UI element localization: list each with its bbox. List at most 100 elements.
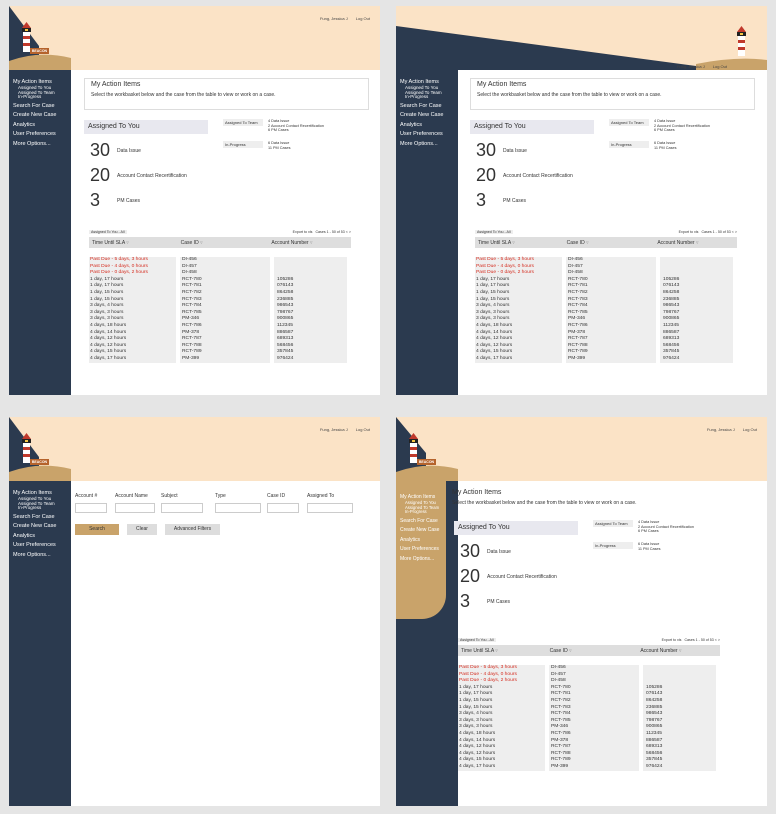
grid-filter[interactable]: Assigned To You - All xyxy=(475,230,513,234)
table-row[interactable]: 1 day, 17 hours RCT-780 105286 xyxy=(475,276,737,284)
metric-2[interactable]: 3 PM Cases xyxy=(90,190,140,211)
table-row[interactable]: Past Due - 0 days, 2 hours DI-458 xyxy=(458,678,720,685)
nav-analytics[interactable]: Analytics xyxy=(400,537,450,543)
col-case-id[interactable]: Case ID ▿ xyxy=(547,648,638,654)
table-row[interactable]: 3 days, 4 hours RCT-784 986543 xyxy=(89,303,351,310)
export-link[interactable]: Export to xls xyxy=(293,230,313,234)
metric-1[interactable]: 20 Account Contact Recertification xyxy=(460,566,557,587)
case-id-cell[interactable]: RCT-786 xyxy=(180,322,270,330)
case-id-cell[interactable]: RCT-786 xyxy=(549,730,639,738)
search-input[interactable] xyxy=(307,503,353,513)
paging[interactable]: Cases 1 - 50 of 53 < > xyxy=(684,638,720,642)
filter-icon[interactable]: ▿ xyxy=(586,240,589,246)
team-metric-0[interactable]: Assigned To Team 4 Data Issue 2 Account Co… xyxy=(609,119,710,133)
advanced-filters-button[interactable]: Advanced Filters xyxy=(165,524,220,535)
table-row[interactable]: 4 days, 14 hours PM-378 886587 xyxy=(458,737,720,745)
case-id-cell[interactable]: DI-456 xyxy=(566,257,656,264)
case-id-cell[interactable]: PM-346 xyxy=(566,316,656,323)
table-row[interactable]: 4 days, 17 hours PM-399 976424 xyxy=(458,763,720,771)
nav-more-options[interactable]: More Options... xyxy=(400,141,458,147)
col-time-until-sla[interactable]: Time Until SLA ▿ xyxy=(89,240,178,246)
clear-button[interactable]: Clear xyxy=(127,524,157,535)
team-metric-1[interactable]: In-Progress 6 Data Issue 11 PM Cases xyxy=(223,141,291,150)
table-row[interactable]: 3 days, 4 hours RCT-784 986543 xyxy=(458,711,720,718)
grid-filter[interactable]: Assigned To You - All xyxy=(89,230,127,234)
case-id-cell[interactable]: RCT-789 xyxy=(549,757,639,764)
table-row[interactable]: 3 days, 3 hours PM-346 900865 xyxy=(89,316,351,323)
table-row[interactable]: 4 days, 17 hours PM-399 976424 xyxy=(89,355,351,363)
metric-0[interactable]: 30 Data Issue xyxy=(460,541,511,562)
nav-search-for-case[interactable]: Search For Case xyxy=(13,514,71,520)
table-row[interactable]: 1 day, 15 hours RCT-782 864258 xyxy=(89,289,351,297)
nav-user-preferences[interactable]: User Preferences xyxy=(13,131,71,137)
logout-link[interactable]: Log Out xyxy=(713,64,727,69)
nav-create-new-case[interactable]: Create New Case xyxy=(400,527,450,533)
table-row[interactable]: 4 days, 12 hours RCT-787 689313 xyxy=(89,336,351,343)
col-case-id[interactable]: Case ID ▿ xyxy=(564,240,655,246)
case-id-cell[interactable]: DI-458 xyxy=(549,678,639,685)
case-id-cell[interactable]: RCT-786 xyxy=(566,322,656,330)
table-row[interactable]: 3 days, 3 hours RCT-785 798767 xyxy=(458,717,720,725)
col-time-until-sla[interactable]: Time Until SLA ▿ xyxy=(475,240,564,246)
table-row[interactable]: 4 days, 15 hours RCT-789 357845 xyxy=(458,757,720,764)
table-row[interactable]: 1 day, 17 hours RCT-780 105286 xyxy=(89,276,351,284)
case-id-cell[interactable]: RCT-784 xyxy=(566,303,656,310)
filter-icon[interactable]: ▿ xyxy=(126,240,129,246)
assigned-to-you-header[interactable]: Assigned To You xyxy=(84,120,208,134)
assigned-to-you-header[interactable]: Assigned To You xyxy=(470,120,594,134)
nav-analytics[interactable]: Analytics xyxy=(400,122,458,128)
case-id-cell[interactable]: RCT-781 xyxy=(549,691,639,698)
logout-link[interactable]: Log Out xyxy=(743,427,757,432)
search-button[interactable]: Search xyxy=(75,524,119,535)
table-row[interactable]: 4 days, 12 hours RCT-788 568456 xyxy=(458,750,720,758)
nav-search-for-case[interactable]: Search For Case xyxy=(400,103,458,109)
case-id-cell[interactable]: RCT-781 xyxy=(180,283,270,290)
table-row[interactable]: 4 days, 12 hours RCT-787 689313 xyxy=(458,744,720,751)
assigned-to-you-header[interactable]: Assigned To You xyxy=(454,521,578,535)
table-row[interactable]: 1 day, 17 hours RCT-781 076143 xyxy=(89,283,351,290)
col-account-number[interactable]: Account Number ▿ xyxy=(654,240,737,246)
table-row[interactable]: 1 day, 17 hours RCT-781 076143 xyxy=(475,283,737,290)
nav-create-new-case[interactable]: Create New Case xyxy=(400,112,458,118)
table-row[interactable]: 4 days, 15 hours RCT-789 357845 xyxy=(89,349,351,356)
logout-link[interactable]: Log Out xyxy=(356,427,370,432)
table-row[interactable]: 3 days, 3 hours PM-346 900865 xyxy=(458,724,720,731)
beacon-logo[interactable]: BEACON xyxy=(30,48,49,54)
team-metric-0[interactable]: Assigned To Team 4 Data Issue 2 Account Co… xyxy=(223,119,324,133)
case-id-cell[interactable]: RCT-782 xyxy=(180,289,270,297)
case-id-cell[interactable]: DI-458 xyxy=(180,270,270,277)
case-id-cell[interactable]: RCT-784 xyxy=(549,711,639,718)
paging[interactable]: Cases 1 - 50 of 53 < > xyxy=(315,230,351,234)
case-id-cell[interactable]: PM-346 xyxy=(549,724,639,731)
metric-2[interactable]: 3 PM Cases xyxy=(460,591,510,612)
case-id-cell[interactable]: DI-456 xyxy=(549,665,639,672)
table-row[interactable]: 3 days, 3 hours PM-346 900865 xyxy=(475,316,737,323)
search-input[interactable] xyxy=(115,503,155,513)
nav-search-for-case[interactable]: Search For Case xyxy=(13,103,71,109)
table-row[interactable]: 1 day, 15 hours RCT-783 236885 xyxy=(475,296,737,304)
search-input[interactable] xyxy=(215,503,261,513)
table-row[interactable]: Past Due - 5 days, 3 hours DI-456 xyxy=(475,257,737,264)
case-id-cell[interactable]: RCT-787 xyxy=(180,336,270,343)
nav-more-options[interactable]: More Options... xyxy=(13,552,71,558)
case-id-cell[interactable]: RCT-787 xyxy=(566,336,656,343)
case-id-cell[interactable]: PM-399 xyxy=(566,355,656,363)
filter-icon[interactable]: ▿ xyxy=(679,648,682,654)
filter-icon[interactable]: ▿ xyxy=(569,648,572,654)
nav-analytics[interactable]: Analytics xyxy=(13,122,71,128)
case-id-cell[interactable]: DI-456 xyxy=(180,257,270,264)
logout-link[interactable]: Log Out xyxy=(356,16,370,21)
case-id-cell[interactable]: DI-458 xyxy=(566,270,656,277)
table-row[interactable]: 4 days, 18 hours RCT-786 112345 xyxy=(458,730,720,738)
case-id-cell[interactable]: PM-346 xyxy=(180,316,270,323)
nav-more-options[interactable]: More Options... xyxy=(13,141,71,147)
grid-filter[interactable]: Assigned To You - All xyxy=(458,638,496,642)
filter-icon[interactable]: ▿ xyxy=(696,240,699,246)
nav-user-preferences[interactable]: User Preferences xyxy=(13,542,71,548)
user-name-link[interactable]: Fung, Jessica J xyxy=(320,16,348,21)
case-id-cell[interactable]: RCT-782 xyxy=(549,697,639,705)
team-metric-1[interactable]: In-Progress 6 Data Issue 11 PM Cases xyxy=(609,141,677,150)
user-name-link[interactable]: Fung, Jessica J xyxy=(320,427,348,432)
table-row[interactable]: 3 days, 4 hours RCT-784 986543 xyxy=(475,303,737,310)
table-row[interactable]: Past Due - 0 days, 2 hours DI-458 xyxy=(89,270,351,277)
